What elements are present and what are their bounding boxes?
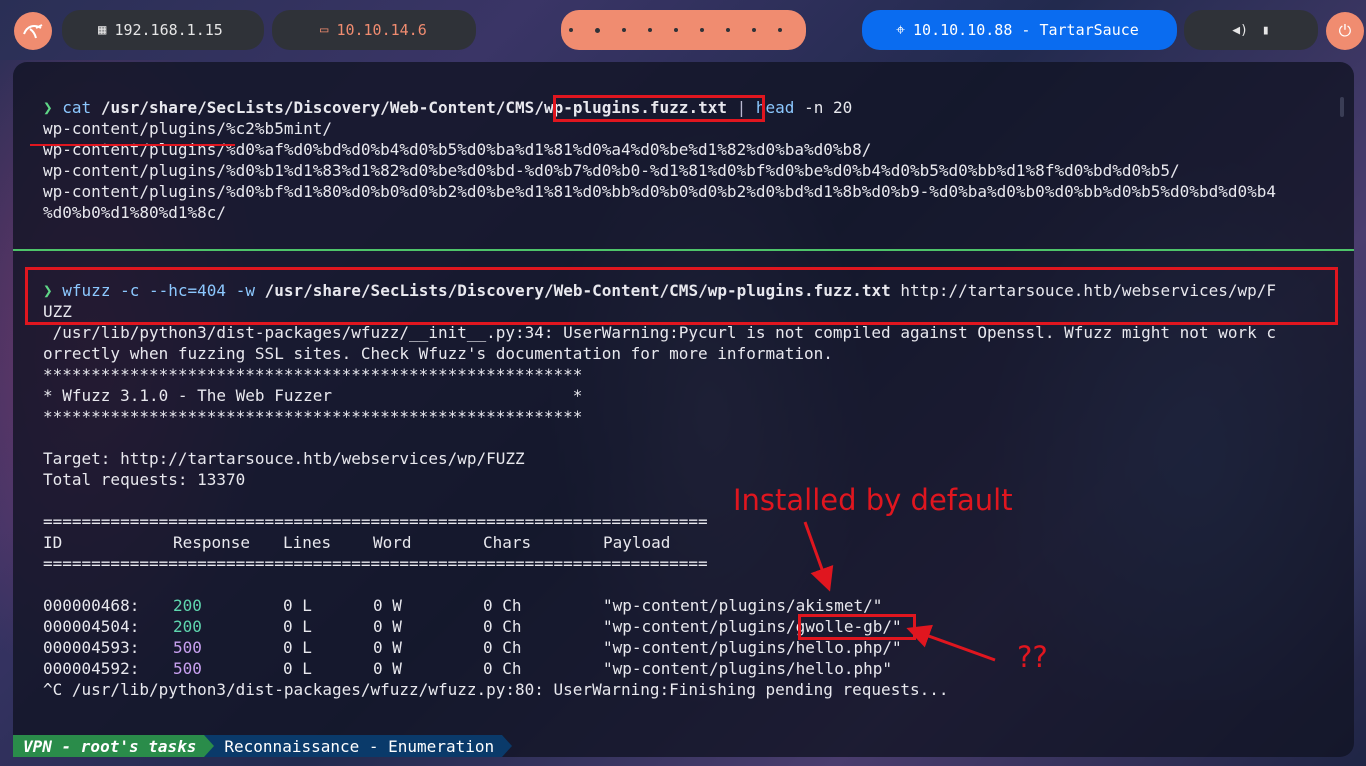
session-name[interactable]: VPN - root's tasks <box>13 735 205 757</box>
powerline-separator <box>502 735 513 757</box>
arrow-to-akismet <box>803 521 834 592</box>
annotation-arrows <box>30 144 996 662</box>
window-name[interactable]: Reconnaissance - Enumeration <box>214 735 503 757</box>
powerline-separator <box>204 735 215 757</box>
arrow-to-gwolle <box>906 624 996 662</box>
tmux-status-bar: VPN - root's tasks Reconnaissance - Enum… <box>13 735 513 757</box>
